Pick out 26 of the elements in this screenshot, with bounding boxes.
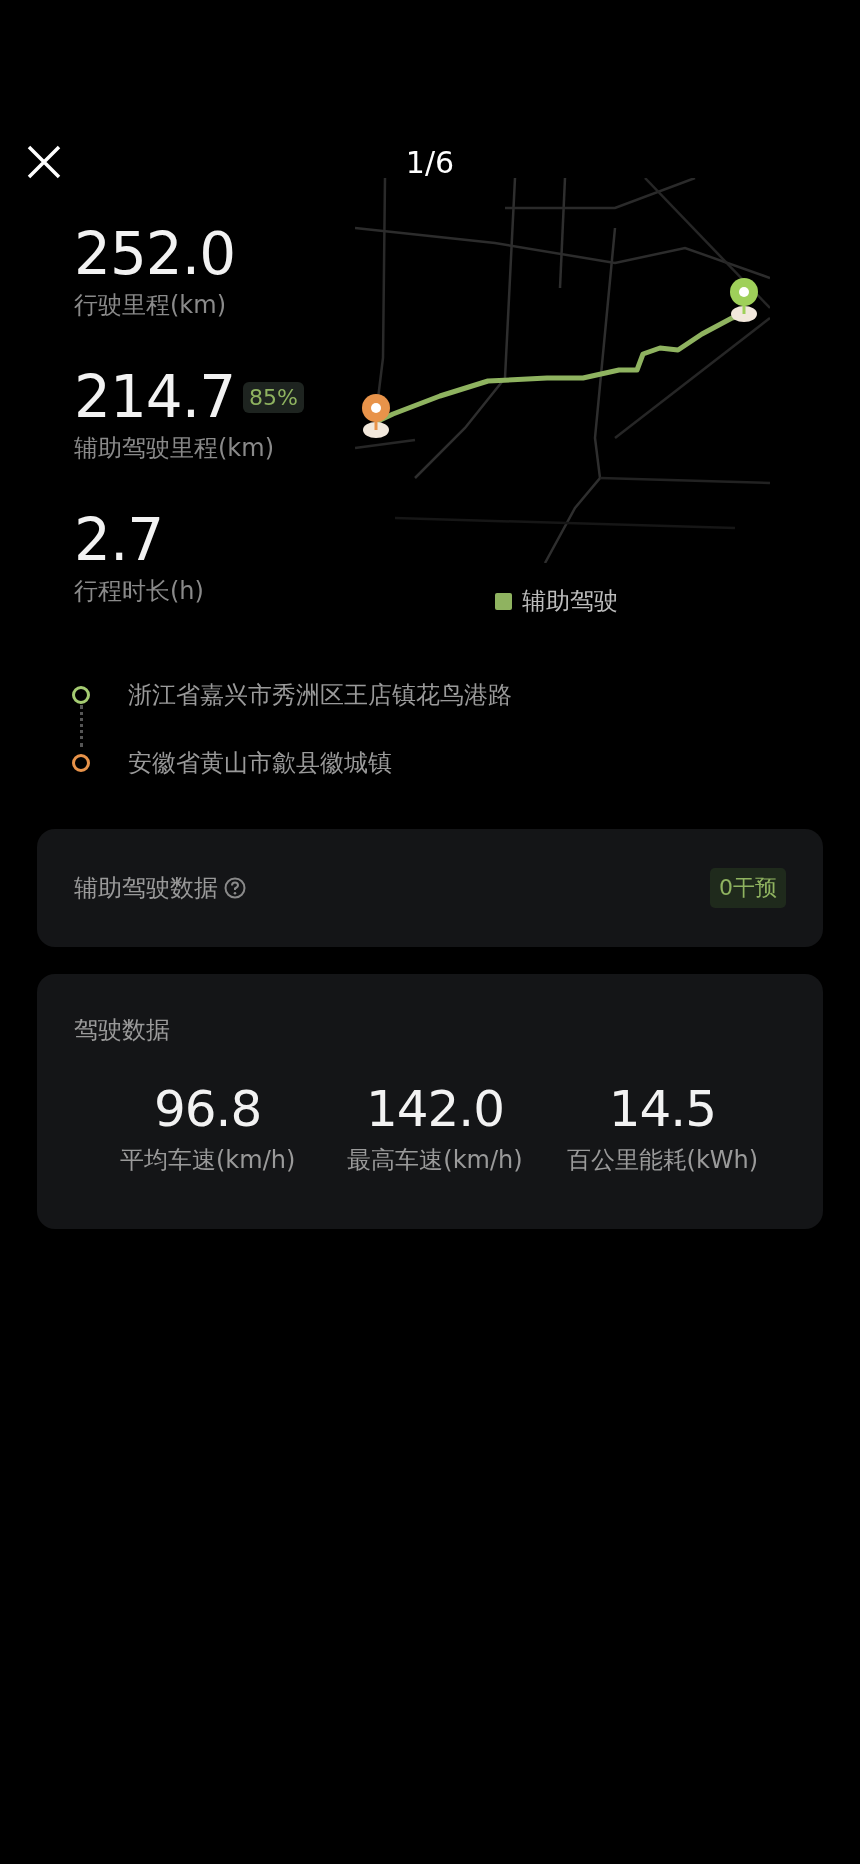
legend-label: 辅助驾驶 — [522, 586, 618, 617]
metric-label: 平均车速(km/h) — [120, 1145, 296, 1176]
stat-label: 辅助驾驶里程(km) — [74, 433, 275, 464]
metric-label: 百公里能耗(kWh) — [566, 1145, 759, 1176]
legend-swatch — [495, 592, 512, 610]
page-counter: 1/6 — [405, 144, 455, 180]
stat-value: 214.7 — [74, 363, 236, 431]
help-icon[interactable] — [224, 877, 246, 899]
metric-value: 14.5 — [608, 1079, 716, 1140]
stat-value: 2.7 — [74, 506, 164, 574]
end-pin-icon — [730, 278, 758, 322]
route-place: 浙江省嘉兴市秀洲区王店镇花鸟港路 — [128, 680, 512, 711]
stat-label: 行驶里程(km) — [74, 290, 227, 321]
intervention-badge: 0干预 — [710, 868, 786, 908]
close-icon[interactable] — [25, 143, 63, 181]
stat-label: 行程时长(h) — [74, 576, 205, 607]
percent-badge: 85% — [243, 381, 304, 413]
metric-value: 96.8 — [154, 1079, 262, 1140]
metric-value: 142.0 — [365, 1079, 505, 1140]
start-pin-icon — [362, 394, 390, 438]
card-title: 驾驶数据 — [74, 1015, 171, 1046]
assist-data-card[interactable]: 辅助驾驶数据 0干预 — [37, 829, 823, 947]
stat-value: 252.0 — [74, 220, 236, 288]
card-title: 辅助驾驶数据 — [74, 873, 218, 904]
route-place: 安徽省黄山市歙县徽城镇 — [128, 748, 392, 779]
metric-label: 最高车速(km/h) — [347, 1145, 523, 1176]
